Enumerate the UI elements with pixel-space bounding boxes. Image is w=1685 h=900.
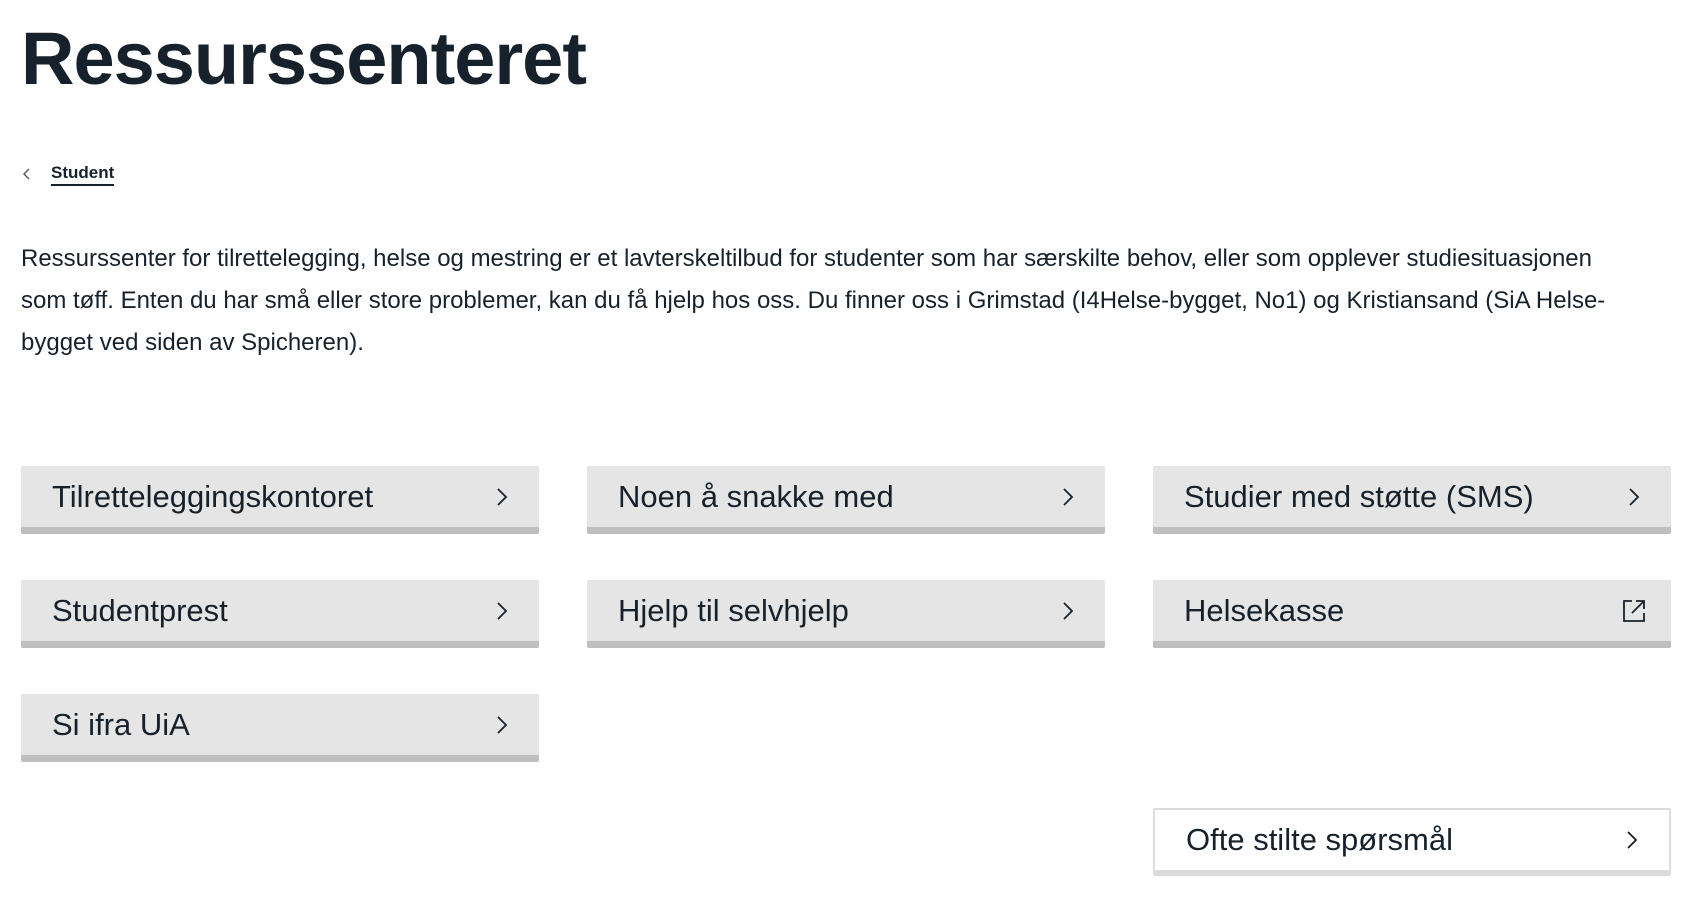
link-tile-label: Studentprest bbox=[52, 592, 228, 628]
link-tile-noen-a-snakke-med[interactable]: Noen å snakke med bbox=[587, 466, 1105, 534]
breadcrumb-link-student[interactable]: Student bbox=[51, 163, 115, 186]
link-tile-label: Tilretteleggingskontoret bbox=[52, 478, 374, 514]
chevron-right-icon bbox=[1619, 482, 1649, 512]
chevron-right-icon bbox=[487, 482, 517, 512]
link-tile-helsekasse[interactable]: Helsekasse bbox=[1153, 580, 1671, 648]
link-tile-label: Studier med støtte (SMS) bbox=[1184, 478, 1534, 514]
chevron-left-icon bbox=[21, 162, 45, 186]
link-tile-tilretteleggingskontoret[interactable]: Tilretteleggingskontoret bbox=[21, 466, 539, 534]
faq-button[interactable]: Ofte stilte spørsmål bbox=[1153, 808, 1671, 876]
page-title: Ressurssenteret bbox=[21, 17, 587, 100]
link-tile-studier-med-stotte[interactable]: Studier med støtte (SMS) bbox=[1153, 466, 1671, 534]
page-content: Ressurssenteret Student Ressurssenter fo… bbox=[21, 0, 1671, 876]
breadcrumb: Student bbox=[21, 162, 1671, 186]
chevron-right-icon bbox=[1053, 482, 1083, 512]
chevron-right-icon bbox=[1053, 596, 1083, 626]
link-tile-label: Helsekasse bbox=[1184, 592, 1345, 628]
external-link-icon bbox=[1619, 596, 1649, 626]
chevron-right-icon bbox=[487, 710, 517, 740]
faq-label: Ofte stilte spørsmål bbox=[1186, 822, 1453, 857]
chevron-right-icon bbox=[1617, 825, 1647, 855]
intro-text: Ressurssenter for tilrettelegging, helse… bbox=[21, 245, 1606, 356]
chevron-right-icon bbox=[487, 596, 517, 626]
link-tile-label: Hjelp til selvhjelp bbox=[618, 592, 849, 628]
link-tile-label: Noen å snakke med bbox=[618, 478, 894, 514]
link-tile-si-ifra-uia[interactable]: Si ifra UiA bbox=[21, 694, 539, 762]
link-tile-hjelp-til-selvhjelp[interactable]: Hjelp til selvhjelp bbox=[587, 580, 1105, 648]
link-tile-studentprest[interactable]: Studentprest bbox=[21, 580, 539, 648]
link-tile-label: Si ifra UiA bbox=[52, 706, 190, 742]
